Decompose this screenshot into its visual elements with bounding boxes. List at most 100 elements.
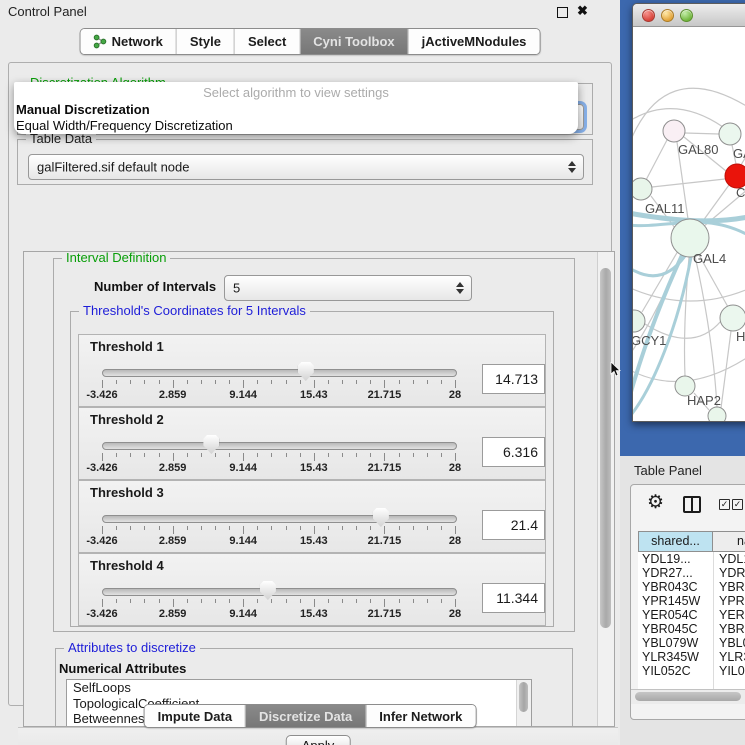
- tick-label: 15.43: [300, 389, 328, 401]
- attribute-item-selfloops[interactable]: SelfLoops: [67, 680, 531, 696]
- panel-title: Control Panel: [8, 4, 87, 19]
- tick-mark: [116, 453, 117, 457]
- vertical-scrollbar[interactable]: [597, 252, 614, 726]
- zoom-traffic-light-icon[interactable]: [680, 9, 693, 22]
- table-row[interactable]: YBR045CYBR0: [638, 622, 745, 636]
- tab-impute-data[interactable]: Impute Data: [145, 705, 245, 727]
- interval-definition-group: Interval Definition Number of Intervals …: [53, 258, 575, 632]
- table-data-combobox[interactable]: galFiltered.sif default node: [28, 154, 584, 180]
- num-intervals-spinner[interactable]: 5: [224, 275, 472, 301]
- checkbox-icon[interactable]: ✓: [719, 499, 730, 510]
- table-panel-section: Table Panel ⚙ ✓ ✓ shared... na YDL19...Y…: [620, 456, 745, 745]
- gear-icon[interactable]: ⚙: [647, 491, 664, 514]
- node-top-right[interactable]: [719, 123, 741, 145]
- split-columns-icon[interactable]: [683, 496, 701, 513]
- tab-network[interactable]: Network: [81, 29, 176, 54]
- threshold-slider[interactable]: [102, 369, 457, 377]
- gcy1-node[interactable]: [633, 310, 645, 332]
- tab-infer-network[interactable]: Infer Network: [365, 705, 475, 727]
- minimize-traffic-light-icon[interactable]: [661, 9, 674, 22]
- checkbox-icon[interactable]: ✓: [732, 499, 743, 510]
- node-label-gal4: GAL4: [693, 251, 726, 266]
- tab-style[interactable]: Style: [176, 29, 234, 54]
- tick-mark: [413, 526, 414, 530]
- gal80-node[interactable]: [663, 120, 685, 142]
- tick-mark: [187, 526, 188, 530]
- tick-mark: [441, 599, 442, 603]
- float-window-icon[interactable]: [557, 7, 568, 18]
- tick-mark: [370, 599, 371, 603]
- table-row[interactable]: YIL052CYIL0: [638, 664, 745, 678]
- tab-discretize-data[interactable]: Discretize Data: [245, 705, 365, 727]
- node-label-gcy1: GCY1: [633, 333, 666, 348]
- app-root: { "colors": { "edge_gray": "#c7c7c7", "e…: [0, 0, 745, 745]
- tick-mark: [399, 599, 400, 603]
- tick-mark: [384, 526, 385, 534]
- node-bottom[interactable]: [708, 407, 726, 421]
- gal11-node[interactable]: [633, 178, 652, 200]
- slider-thumb-icon[interactable]: [298, 362, 314, 381]
- tick-label: 28: [449, 608, 461, 620]
- threshold-value-field[interactable]: 11.344: [482, 583, 545, 613]
- node-label-ga: GA: [733, 146, 745, 161]
- slider-thumb-icon[interactable]: [203, 435, 219, 454]
- tick-label: 21.715: [368, 462, 402, 474]
- tab-label: Infer Network: [379, 709, 462, 724]
- table-data-value: galFiltered.sif default node: [37, 160, 189, 175]
- algorithm-option-manual-discretization[interactable]: Manual Discretization: [16, 102, 150, 117]
- group-title: Table Data: [26, 132, 96, 146]
- algorithm-dropdown-popup: Select algorithm to view settings Manual…: [14, 82, 578, 134]
- slider-thumb-icon[interactable]: [373, 508, 389, 527]
- table-row[interactable]: YBL079WYBL0: [638, 636, 745, 650]
- table-row[interactable]: YPR145WYPR1: [638, 594, 745, 608]
- tab-label: jActiveMNodules: [422, 34, 527, 49]
- threshold-slider[interactable]: [102, 588, 457, 596]
- tick-mark: [102, 599, 103, 607]
- cell-shared-name: YDR27...: [642, 566, 693, 580]
- network-edge: [646, 140, 667, 180]
- algorithm-option-equal-width-frequency-discretization[interactable]: Equal Width/Frequency Discretization: [16, 118, 233, 133]
- tick-mark: [384, 380, 385, 388]
- column-header-name[interactable]: na: [713, 531, 745, 552]
- tab-jactivemnodules[interactable]: jActiveMNodules: [408, 29, 540, 54]
- cell-name: YBR0: [719, 580, 745, 594]
- table-row[interactable]: YER054CYER0: [638, 608, 745, 622]
- threshold-panel: Threshold 4 -3.4262.8599.14415.4321.7152…: [78, 553, 546, 626]
- apply-button[interactable]: Apply: [286, 735, 351, 745]
- table-row[interactable]: YBR043CYBR0: [638, 580, 745, 594]
- tick-label: 2.859: [159, 462, 187, 474]
- threshold-value-field[interactable]: 21.4: [482, 510, 545, 540]
- table-data-group: Table Data galFiltered.sif default node: [17, 139, 593, 185]
- network-window-titlebar[interactable]: [633, 4, 745, 27]
- tick-mark: [286, 526, 287, 530]
- h-node[interactable]: [720, 305, 745, 331]
- threshold-value-field[interactable]: 14.713: [482, 364, 545, 394]
- horizontal-scrollbar[interactable]: [631, 689, 745, 704]
- tick-mark: [130, 453, 131, 457]
- tick-mark: [229, 599, 230, 603]
- threshold-slider[interactable]: [102, 442, 457, 450]
- table-row[interactable]: YDR27...YDR2: [638, 566, 745, 580]
- tick-mark: [314, 599, 315, 607]
- network-edge: [685, 133, 719, 134]
- close-traffic-light-icon[interactable]: [642, 9, 655, 22]
- tick-mark: [328, 599, 329, 603]
- tick-label: 9.144: [229, 535, 257, 547]
- cell-name: YLR3: [719, 650, 745, 664]
- threshold-label: Threshold 4: [90, 558, 164, 573]
- cell-shared-name: YBL079W: [642, 636, 698, 650]
- table-row[interactable]: YDL19...YDL1: [638, 552, 745, 566]
- tick-mark: [243, 599, 244, 607]
- network-canvas[interactable]: GAL80GACGAL11GAL4GCY1HHAP2: [633, 27, 745, 421]
- tick-mark: [159, 453, 160, 457]
- close-icon[interactable]: ✖: [577, 3, 588, 19]
- column-header-shared-name[interactable]: shared...: [638, 531, 713, 552]
- tab-cyni-toolbox[interactable]: Cyni Toolbox: [299, 29, 407, 54]
- tab-select[interactable]: Select: [234, 29, 299, 54]
- slider-thumb-icon[interactable]: [260, 581, 276, 600]
- list-scrollbar[interactable]: [516, 680, 531, 727]
- table-row[interactable]: YLR345WYLR3: [638, 650, 745, 664]
- threshold-slider[interactable]: [102, 515, 457, 523]
- tick-mark: [455, 453, 456, 461]
- threshold-value-field[interactable]: 6.316: [482, 437, 545, 467]
